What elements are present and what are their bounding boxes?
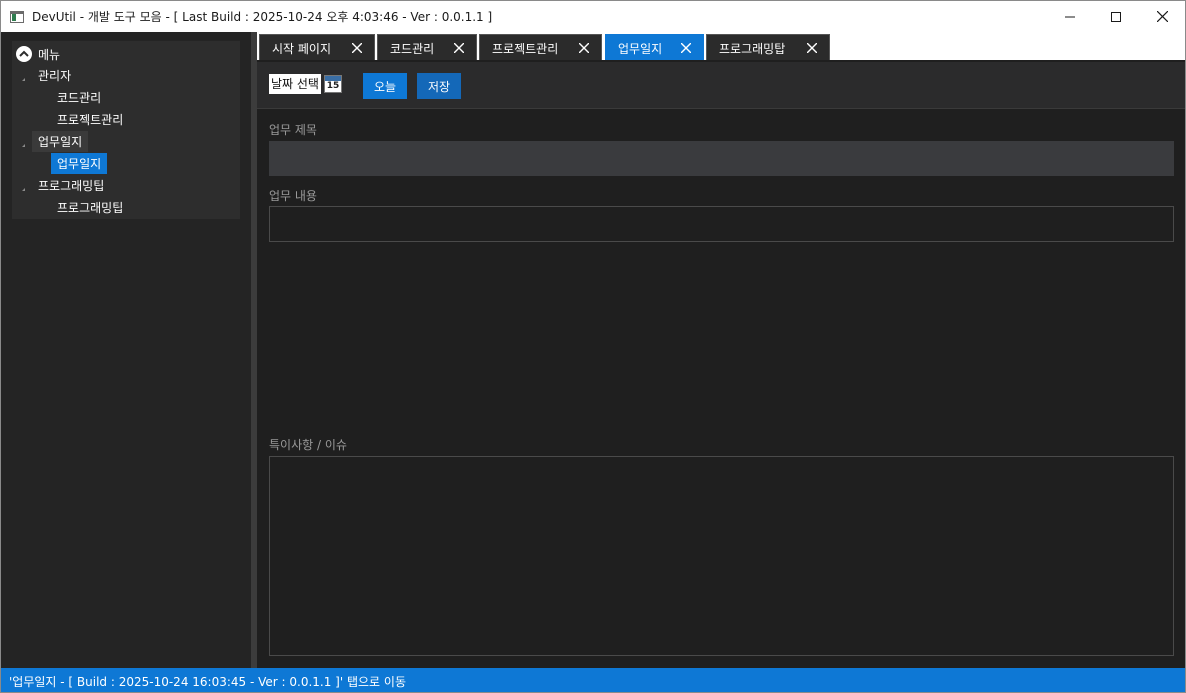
- tree-item-worklog[interactable]: 업무일지: [51, 152, 108, 174]
- close-icon[interactable]: [681, 43, 691, 53]
- title-field-label: 업무 제목: [269, 123, 317, 137]
- tab-label: 프로그래밍탑: [719, 42, 786, 56]
- tree-item-label: 프로젝트관리: [57, 112, 124, 127]
- issue-textarea[interactable]: [269, 456, 1174, 656]
- date-input[interactable]: 날짜 선택: [269, 74, 321, 94]
- maximize-icon: [1111, 11, 1121, 22]
- menu-tree: 메뉴 관리자 코드관리 프로젝트관리 업무일지 업무일지 프로그래밍팁 프로그래…: [12, 41, 240, 219]
- maximize-button[interactable]: [1093, 1, 1139, 32]
- minimize-icon: [1065, 16, 1075, 17]
- tree-item-label: 코드관리: [57, 90, 102, 105]
- close-icon[interactable]: [454, 43, 464, 53]
- tree-item-code-management[interactable]: 코드관리: [51, 87, 107, 107]
- expander-icon[interactable]: [22, 78, 25, 81]
- tree-item-label: 업무일지: [51, 152, 108, 174]
- status-text: '업무일지 - [ Build : 2025-10-24 16:03:45 - …: [9, 674, 406, 689]
- menu-root[interactable]: 메뉴: [16, 44, 60, 64]
- close-icon[interactable]: [352, 43, 362, 53]
- title-bar[interactable]: DevUtil - 개발 도구 모음 - [ Last Build : 2025…: [1, 1, 1185, 32]
- window-controls: [1047, 1, 1185, 32]
- chevron-up-icon[interactable]: [16, 46, 32, 62]
- tab-programming-tips[interactable]: 프로그래밍탑: [706, 34, 830, 62]
- content-textarea[interactable]: [269, 206, 1174, 242]
- status-bar: '업무일지 - [ Build : 2025-10-24 16:03:45 - …: [1, 668, 1185, 692]
- title-input[interactable]: [269, 141, 1174, 176]
- tab-bar: 시작 페이지 코드관리 프로젝트관리 업무일지 프로그래밍탑: [257, 32, 1185, 62]
- close-icon: [1156, 11, 1168, 22]
- minimize-button[interactable]: [1047, 1, 1093, 32]
- tree-item-label: 프로그래밍팁: [57, 200, 124, 215]
- calendar-icon[interactable]: 15: [323, 75, 342, 93]
- tree-group-admin[interactable]: 관리자: [32, 65, 77, 85]
- tree-group-label: 관리자: [38, 68, 72, 83]
- tab-label: 업무일지: [618, 42, 663, 56]
- worklog-page: 날짜 선택 15 오늘 저장 업무 제목 업무 내용 특이사항 / 이슈: [257, 62, 1185, 668]
- tree-item-project-management[interactable]: 프로젝트관리: [51, 109, 129, 129]
- app-icon: [10, 10, 24, 23]
- issue-field-label: 특이사항 / 이슈: [269, 438, 347, 452]
- date-picker[interactable]: 날짜 선택 15: [269, 72, 353, 96]
- tree-group-programming-tips[interactable]: 프로그래밍팁: [32, 175, 110, 195]
- content-field-label: 업무 내용: [269, 189, 317, 203]
- tab-label: 프로젝트관리: [492, 42, 559, 56]
- close-icon[interactable]: [807, 43, 817, 53]
- expander-icon[interactable]: [22, 188, 25, 191]
- tree-group-worklog[interactable]: 업무일지: [32, 130, 89, 152]
- save-button[interactable]: 저장: [417, 73, 461, 99]
- worklog-toolbar: 날짜 선택 15 오늘 저장: [257, 62, 1185, 109]
- today-button[interactable]: 오늘: [363, 73, 407, 99]
- close-window-button[interactable]: [1139, 1, 1185, 32]
- tab-label: 코드관리: [390, 42, 435, 56]
- expander-icon[interactable]: [22, 144, 25, 147]
- menu-root-label: 메뉴: [38, 47, 61, 62]
- tab-label: 시작 페이지: [272, 42, 332, 56]
- tab-start-page[interactable]: 시작 페이지: [259, 34, 375, 62]
- calendar-day: 15: [326, 81, 340, 91]
- tree-group-label: 프로그래밍팁: [38, 178, 105, 193]
- tab-code-management[interactable]: 코드관리: [377, 34, 477, 62]
- close-icon[interactable]: [579, 43, 589, 53]
- tab-project-management[interactable]: 프로젝트관리: [479, 34, 602, 62]
- tree-group-label: 업무일지: [32, 130, 89, 152]
- window-title: DevUtil - 개발 도구 모음 - [ Last Build : 2025…: [32, 10, 493, 24]
- tree-item-programming-tips[interactable]: 프로그래밍팁: [51, 197, 129, 217]
- sidebar: 메뉴 관리자 코드관리 프로젝트관리 업무일지 업무일지 프로그래밍팁 프로그래…: [1, 32, 251, 668]
- tab-worklog[interactable]: 업무일지: [605, 34, 704, 62]
- app-window: DevUtil - 개발 도구 모음 - [ Last Build : 2025…: [0, 0, 1186, 693]
